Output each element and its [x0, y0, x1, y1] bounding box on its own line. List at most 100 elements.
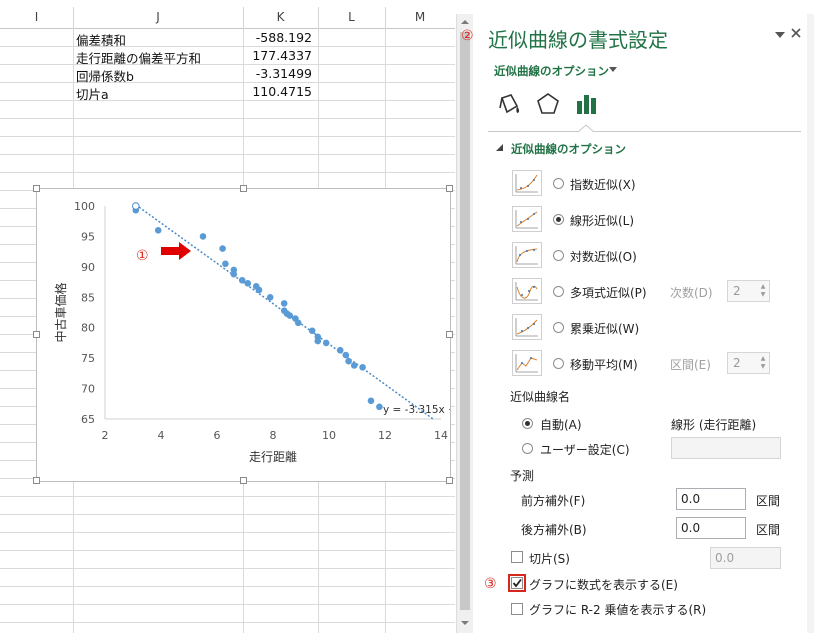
y-tick-label: 85 [81, 291, 95, 304]
effects-icon[interactable] [536, 92, 560, 116]
resize-handle[interactable] [446, 185, 453, 192]
row-gridline [0, 604, 455, 605]
y-tick-label: 65 [81, 413, 95, 426]
resize-handle[interactable] [446, 477, 453, 484]
forward-input[interactable]: 0.0 [676, 488, 746, 510]
intercept-label[interactable]: 切片(S) [529, 550, 570, 567]
linear-thumbnail [512, 206, 542, 232]
logarithmic-label[interactable]: 対数近似(O) [570, 248, 637, 265]
cell-value[interactable]: 177.4337 [250, 48, 312, 63]
vertical-scrollbar[interactable] [456, 14, 473, 633]
moving-average-radio[interactable] [553, 358, 564, 369]
y-tick-label: 100 [74, 200, 95, 213]
data-point [244, 279, 252, 287]
column-header-k[interactable]: K [243, 7, 319, 28]
auto-name-value: 線形 (走行距離) [671, 418, 757, 432]
intercept-input[interactable]: 0.0 [710, 547, 781, 569]
row-gridline [0, 82, 455, 83]
intercept-checkbox[interactable] [511, 551, 523, 563]
format-trendline-pane: ② 近似曲線の書式設定 近似曲線のオプション 近似曲線のオプション 指数近似(X… [461, 0, 814, 633]
y-tick-label: 70 [81, 383, 95, 396]
red-arrow-icon [161, 242, 191, 260]
resize-handle[interactable] [446, 331, 453, 338]
polynomial-label[interactable]: 多項式近似(P) [570, 284, 647, 301]
resize-handle[interactable] [33, 185, 40, 192]
logarithmic-radio[interactable] [553, 250, 564, 261]
pane-title: 近似曲線の書式設定 [488, 28, 668, 52]
data-point [266, 293, 274, 301]
scatter-chart[interactable]: 100 95 90 85 80 75 70 65 2 4 6 8 10 12 14 走行距離 中古車価格 y = … [36, 188, 455, 482]
spin-arrows-icon[interactable]: ▲ ▼ [759, 355, 767, 371]
cell-value[interactable]: -588.192 [250, 30, 312, 45]
row-gridline [0, 154, 455, 155]
backward-input[interactable]: 0.0 [676, 517, 746, 539]
period-spinner[interactable]: 2 ▲ ▼ [727, 352, 770, 374]
options-dropdown[interactable]: 近似曲線のオプション [494, 63, 609, 79]
data-point [336, 346, 344, 354]
custom-name-label[interactable]: ユーザー設定(C) [540, 441, 630, 458]
auto-name-label[interactable]: 自動(A) [540, 416, 582, 433]
resize-handle[interactable] [240, 477, 247, 484]
spreadsheet-area[interactable]: I J K L M 偏差積和 -588.192 走行距離の偏差平方和 177.4… [0, 0, 455, 633]
y-axis-title: 中古車価格 [53, 282, 68, 342]
trendline-options-icon[interactable] [575, 92, 599, 116]
exponential-radio[interactable] [553, 178, 564, 189]
chart-plot: 100 95 90 85 80 75 70 65 2 4 6 8 10 12 14 走行距離 中古車価格 y = … [53, 200, 455, 464]
resize-handle[interactable] [240, 185, 247, 192]
column-header-i[interactable]: I [0, 7, 74, 28]
row-gridline [0, 514, 455, 515]
custom-name-input[interactable] [671, 437, 781, 459]
data-point [322, 339, 330, 347]
data-point [219, 245, 226, 252]
exponential-label[interactable]: 指数近似(X) [570, 176, 636, 193]
linear-label[interactable]: 線形近似(L) [570, 212, 634, 229]
cell-label[interactable]: 走行距離の偏差平方和 [76, 48, 201, 67]
x-tick-label: 10 [322, 429, 336, 442]
polynomial-radio[interactable] [553, 286, 564, 297]
resize-handle[interactable] [33, 477, 40, 484]
data-point [255, 286, 263, 294]
linear-radio[interactable] [553, 214, 564, 225]
show-equation-label[interactable]: グラフに数式を表示する(E) [529, 576, 678, 593]
chevron-down-icon[interactable] [608, 66, 618, 74]
show-equation-checkbox[interactable] [511, 577, 523, 589]
scrollbar-thumb[interactable] [460, 32, 470, 610]
row-gridline [0, 64, 455, 65]
scroll-down-icon[interactable] [457, 615, 473, 631]
data-point [238, 276, 246, 284]
trendline-equation: y = -3.315x + 110.47 [383, 404, 450, 416]
row-gridline [0, 532, 455, 533]
resize-handle[interactable] [33, 331, 40, 338]
close-icon[interactable] [790, 27, 802, 39]
collapse-icon[interactable] [496, 144, 504, 152]
fill-line-icon[interactable] [496, 92, 522, 116]
cell-label[interactable]: 切片a [76, 84, 109, 103]
cell-label[interactable]: 偏差積和 [76, 30, 126, 49]
cell-label[interactable]: 回帰係数b [76, 66, 134, 85]
cell-value[interactable]: -3.31499 [250, 66, 312, 81]
backward-unit: 区間 [756, 523, 781, 537]
period-value: 2 [733, 356, 741, 370]
annotation-circle-3: ③ [484, 576, 497, 592]
custom-name-radio[interactable] [522, 443, 533, 454]
order-spinner[interactable]: 2 ▲ ▼ [727, 280, 770, 302]
pane-scrollbar[interactable] [807, 14, 814, 633]
power-label[interactable]: 累乗近似(W) [570, 320, 639, 337]
cell-value[interactable]: 110.4715 [250, 84, 312, 99]
column-header-j[interactable]: J [73, 7, 244, 28]
moving-average-label[interactable]: 移動平均(M) [570, 356, 638, 373]
column-header-l[interactable]: L [318, 7, 386, 28]
column-header-m[interactable]: M [385, 7, 455, 28]
data-point [154, 227, 162, 234]
row-gridline [0, 100, 455, 101]
y-tick-label: 75 [81, 352, 95, 365]
show-r2-checkbox[interactable] [511, 603, 523, 615]
spin-arrows-icon[interactable]: ▲ ▼ [759, 283, 767, 299]
power-radio[interactable] [553, 322, 564, 333]
auto-name-radio[interactable] [522, 418, 533, 429]
pane-menu-icon[interactable] [774, 30, 786, 40]
x-tick-label: 4 [158, 429, 165, 442]
show-r2-label[interactable]: グラフに R-2 乗値を表示する(R) [529, 601, 706, 618]
x-tick-label: 2 [102, 429, 109, 442]
row-gridline [0, 550, 455, 551]
